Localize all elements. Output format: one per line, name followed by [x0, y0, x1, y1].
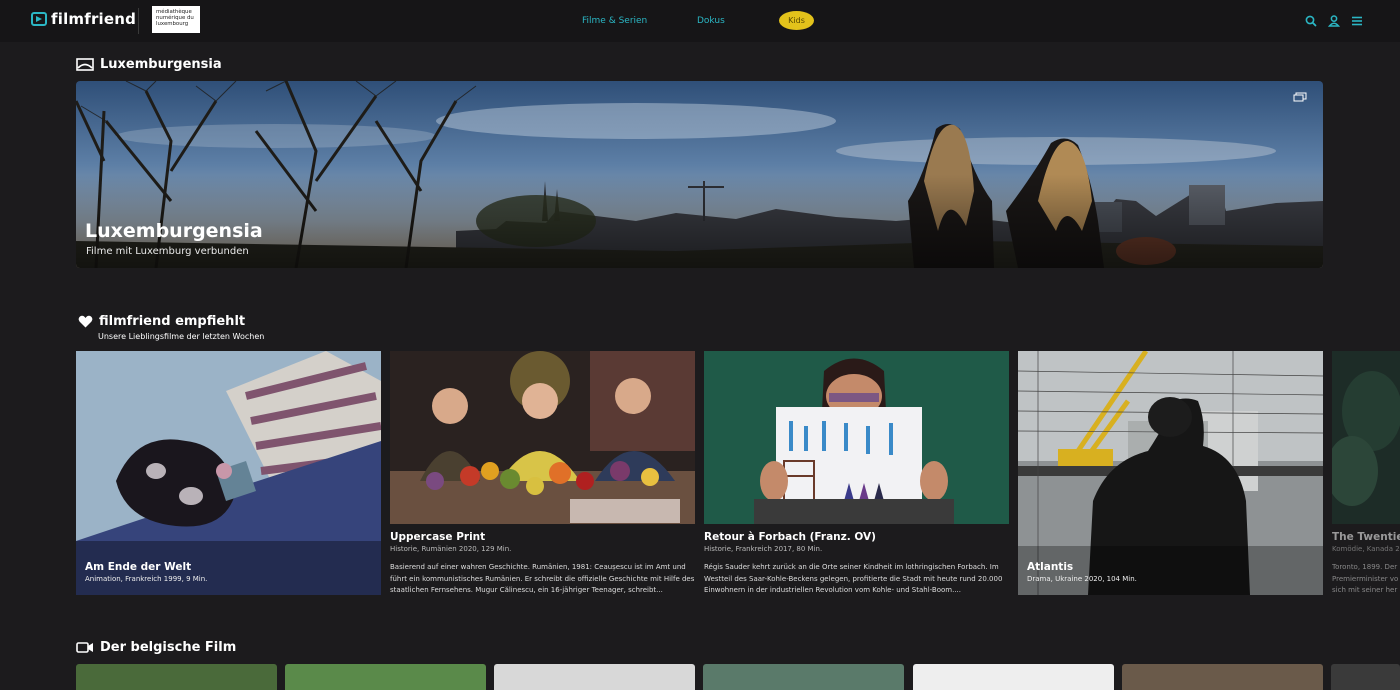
movie-card[interactable]: Uppercase Print Historie, Rumänien 2020,…	[390, 351, 695, 595]
movie-poster	[1332, 351, 1400, 524]
movie-meta: Historie, Rumänien 2020, 129 Min.	[390, 545, 512, 553]
section-title: filmfriend empfiehlt	[99, 314, 246, 329]
partner-line: luxembourg	[156, 21, 189, 27]
play-icon	[31, 12, 47, 26]
logo-divider	[138, 8, 139, 34]
filmfriend-logo[interactable]: filmfriend	[31, 10, 136, 28]
section-title: Der belgische Film	[100, 640, 237, 655]
user-icon[interactable]	[1327, 14, 1341, 28]
luxemburgensia-banner[interactable]: Luxemburgensia Filme mit Luxemburg verbu…	[76, 81, 1323, 268]
movie-card[interactable]: Atlantis Drama, Ukraine 2020, 104 Min.	[1018, 351, 1323, 595]
top-navigation-bar: filmfriend médiathèque numérique du luxe…	[0, 0, 1400, 42]
section-recommended-heading[interactable]: filmfriend empfiehlt	[78, 314, 245, 329]
menu-icon[interactable]	[1350, 14, 1364, 28]
landscape-icon	[76, 58, 94, 71]
brand-name: filmfriend	[51, 10, 137, 28]
banner-title: Luxemburgensia	[85, 220, 263, 242]
movie-thumbnail[interactable]	[76, 664, 277, 690]
movie-meta: Komödie, Kanada 2	[1332, 545, 1400, 553]
movie-poster	[1018, 351, 1323, 595]
movie-card[interactable]: Retour à Forbach (Franz. OV) Historie, F…	[704, 351, 1009, 595]
movie-poster	[390, 351, 695, 524]
section-title: Luxemburgensia	[100, 57, 222, 72]
nav-films-series[interactable]: Filme & Serien	[582, 0, 647, 42]
section-belgian-heading[interactable]: Der belgische Film	[76, 640, 236, 655]
movie-thumbnail[interactable]	[1331, 664, 1400, 690]
section-subtitle: Unsere Lieblingsfilme der letzten Wochen	[98, 332, 265, 341]
movie-title: Uppercase Print	[390, 531, 486, 543]
nav-kids[interactable]: Kids	[779, 11, 814, 30]
movie-title: The Twentieth	[1332, 531, 1400, 543]
movie-card[interactable]: Am Ende der Welt Animation, Frankreich 1…	[76, 351, 381, 595]
movie-thumbnail[interactable]	[494, 664, 695, 690]
partner-logo[interactable]: médiathèque numérique du luxembourg	[152, 6, 200, 33]
movie-meta: Drama, Ukraine 2020, 104 Min.	[1027, 575, 1137, 583]
movie-thumbnail[interactable]	[285, 664, 486, 690]
movie-meta: Historie, Frankreich 2017, 80 Min.	[704, 545, 823, 553]
movie-poster	[704, 351, 1009, 524]
film-camera-icon	[76, 642, 93, 653]
movie-card[interactable]: The Twentieth Komödie, Kanada 2 Toronto,…	[1332, 351, 1400, 595]
section-luxemburgensia-heading[interactable]: Luxemburgensia	[76, 57, 222, 72]
movie-meta: Animation, Frankreich 1999, 9 Min.	[85, 575, 208, 583]
movie-description: Régis Sauder kehrt zurück an die Orte se…	[704, 563, 1003, 594]
movie-description: Toronto, 1899. Der Premierminister vo si…	[1332, 563, 1399, 594]
nav-documentaries[interactable]: Dokus	[697, 0, 725, 42]
movie-title: Am Ende der Welt	[85, 561, 192, 573]
movie-thumbnail[interactable]	[1122, 664, 1323, 690]
collection-icon	[1293, 92, 1307, 102]
movie-description: Basierend auf einer wahren Geschichte. R…	[390, 563, 695, 594]
heart-icon	[78, 315, 93, 328]
movie-thumbnail[interactable]	[913, 664, 1114, 690]
movie-title: Retour à Forbach (Franz. OV)	[704, 531, 876, 543]
movie-title: Atlantis	[1027, 561, 1074, 573]
search-icon[interactable]	[1304, 14, 1318, 28]
banner-subtitle: Filme mit Luxemburg verbunden	[86, 246, 249, 257]
banner-image	[76, 81, 1323, 268]
movie-poster	[76, 351, 381, 595]
movie-thumbnail[interactable]	[703, 664, 904, 690]
